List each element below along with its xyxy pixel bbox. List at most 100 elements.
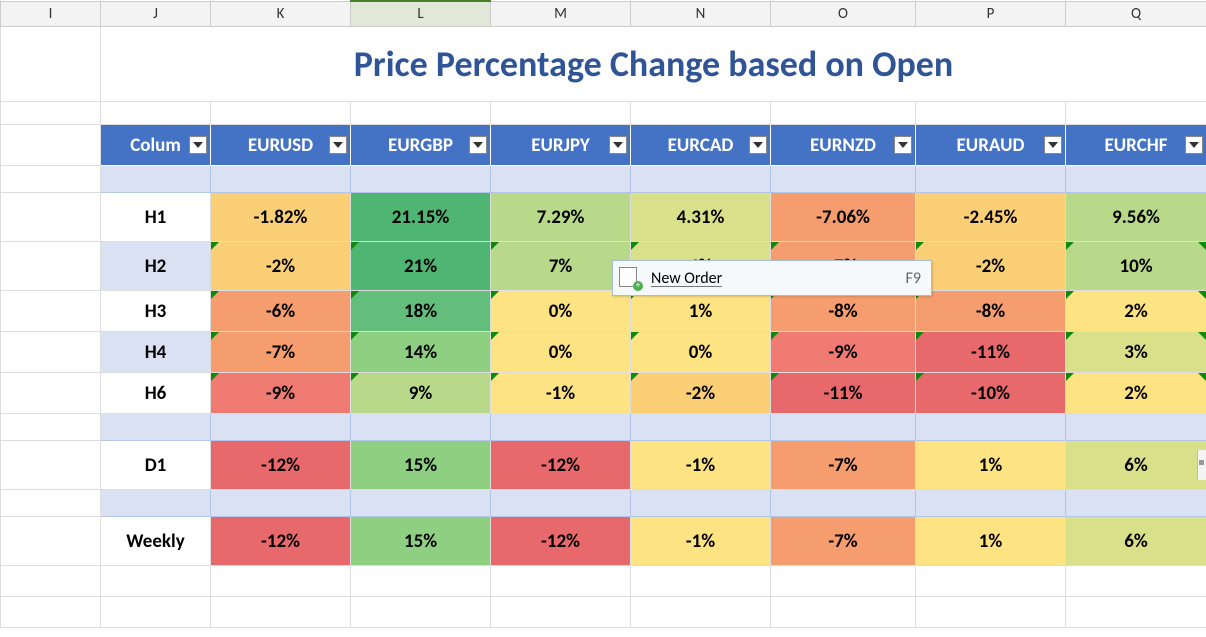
cell[interactable] [351, 166, 491, 193]
cell[interactable] [916, 597, 1066, 628]
cell[interactable] [1066, 166, 1206, 193]
data-cell[interactable]: -12% [491, 517, 631, 566]
cell[interactable] [351, 490, 491, 517]
cell[interactable] [491, 102, 631, 125]
data-cell[interactable]: 2% [1066, 291, 1206, 332]
cell[interactable] [1066, 102, 1206, 125]
data-cell[interactable]: 6% [1066, 517, 1206, 566]
cell[interactable] [491, 566, 631, 597]
filter-dropdown-icon[interactable] [1185, 136, 1203, 154]
data-cell[interactable]: 0% [491, 291, 631, 332]
data-cell[interactable]: 21.15% [351, 193, 491, 242]
cell[interactable] [916, 102, 1066, 125]
data-cell[interactable]: -7% [771, 441, 916, 490]
cell[interactable] [211, 102, 351, 125]
data-cell[interactable]: 7% [491, 242, 631, 291]
cell[interactable] [631, 490, 771, 517]
filter-dropdown-icon[interactable] [894, 136, 912, 154]
data-cell[interactable]: 1% [916, 441, 1066, 490]
cell[interactable] [211, 490, 351, 517]
data-cell[interactable]: -7% [771, 517, 916, 566]
cell[interactable] [351, 414, 491, 441]
table-header[interactable]: Colum [101, 125, 211, 166]
cell[interactable] [1, 566, 101, 597]
data-cell[interactable]: -7% [211, 332, 351, 373]
data-cell[interactable]: 4.31% [631, 193, 771, 242]
table-header[interactable]: EURGBP [351, 125, 491, 166]
cell[interactable] [1, 597, 101, 628]
cell[interactable] [1, 517, 101, 566]
cell[interactable] [1, 193, 101, 242]
cell[interactable] [1066, 414, 1206, 441]
cell[interactable] [211, 566, 351, 597]
context-menu[interactable]: + New Order F9 [612, 260, 932, 296]
cell[interactable] [101, 414, 211, 441]
column-header[interactable]: I [1, 1, 101, 27]
data-cell[interactable]: -8% [916, 291, 1066, 332]
cell[interactable] [916, 490, 1066, 517]
cell[interactable] [351, 102, 491, 125]
data-cell[interactable]: 0% [491, 332, 631, 373]
data-cell[interactable]: -1% [491, 373, 631, 414]
cell[interactable] [1, 242, 101, 291]
spreadsheet-view[interactable]: IJKLMNOPQ Price Percentage Change based … [0, 0, 1206, 637]
data-cell[interactable]: 21% [351, 242, 491, 291]
data-cell[interactable]: -12% [211, 441, 351, 490]
column-header[interactable]: P [916, 1, 1066, 27]
cell[interactable] [1, 102, 101, 125]
data-cell[interactable]: 0% [631, 332, 771, 373]
cell[interactable] [211, 414, 351, 441]
filter-dropdown-icon[interactable] [189, 136, 207, 154]
cell[interactable] [631, 566, 771, 597]
cell[interactable] [491, 597, 631, 628]
grid[interactable]: IJKLMNOPQ Price Percentage Change based … [0, 0, 1206, 628]
cell[interactable] [1, 490, 101, 517]
cell[interactable] [631, 102, 771, 125]
column-header[interactable]: L [351, 1, 491, 27]
column-header[interactable]: K [211, 1, 351, 27]
data-cell[interactable]: -9% [211, 373, 351, 414]
cell[interactable] [1, 291, 101, 332]
data-cell[interactable]: -12% [211, 517, 351, 566]
cell[interactable] [351, 597, 491, 628]
data-cell[interactable]: 14% [351, 332, 491, 373]
data-cell[interactable]: 15% [351, 441, 491, 490]
filter-dropdown-icon[interactable] [329, 136, 347, 154]
cell[interactable] [1066, 490, 1206, 517]
data-cell[interactable]: 3% [1066, 332, 1206, 373]
data-cell[interactable]: -2.45% [916, 193, 1066, 242]
cell[interactable] [1066, 597, 1206, 628]
data-cell[interactable]: 7.29% [491, 193, 631, 242]
data-cell[interactable]: 9.56% [1066, 193, 1206, 242]
cell[interactable] [101, 490, 211, 517]
data-cell[interactable]: -7.06% [771, 193, 916, 242]
filter-dropdown-icon[interactable] [1044, 136, 1062, 154]
cell[interactable] [771, 490, 916, 517]
data-cell[interactable]: 1% [631, 291, 771, 332]
data-cell[interactable]: -2% [211, 242, 351, 291]
column-header[interactable]: Q [1066, 1, 1206, 27]
data-cell[interactable]: -2% [916, 242, 1066, 291]
cell[interactable] [1, 27, 101, 102]
table-header[interactable]: EURUSD [211, 125, 351, 166]
cell[interactable] [631, 597, 771, 628]
cell[interactable] [771, 566, 916, 597]
cell[interactable] [771, 597, 916, 628]
cell[interactable] [771, 166, 916, 193]
data-cell[interactable]: -9% [771, 332, 916, 373]
cell[interactable] [1, 373, 101, 414]
cell[interactable] [101, 566, 211, 597]
data-cell[interactable]: -6% [211, 291, 351, 332]
table-header[interactable]: EURNZD [771, 125, 916, 166]
cell[interactable] [631, 166, 771, 193]
cell[interactable] [1, 441, 101, 490]
cell[interactable] [916, 414, 1066, 441]
data-cell[interactable]: -11% [916, 332, 1066, 373]
cell[interactable] [1, 414, 101, 441]
data-cell[interactable]: 10% [1066, 242, 1206, 291]
cell[interactable] [211, 166, 351, 193]
filter-dropdown-icon[interactable] [469, 136, 487, 154]
data-cell[interactable]: 18% [351, 291, 491, 332]
cell[interactable] [491, 490, 631, 517]
column-header[interactable]: N [631, 1, 771, 27]
